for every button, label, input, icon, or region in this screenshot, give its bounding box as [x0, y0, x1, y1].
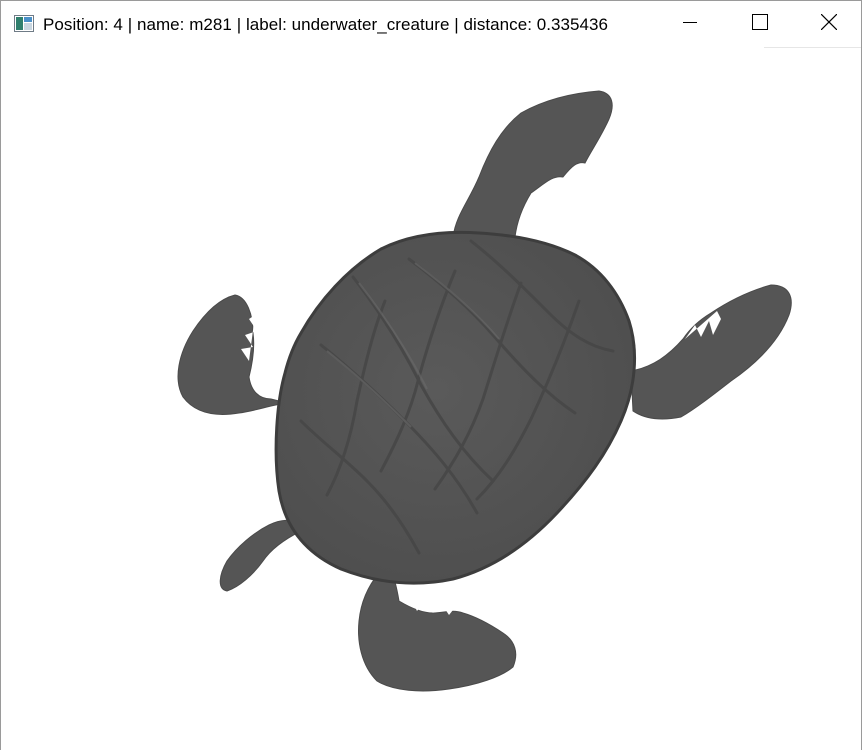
close-icon	[820, 13, 837, 35]
sea-turtle-render	[177, 90, 792, 692]
image-viewer-icon	[14, 15, 34, 32]
render-viewport[interactable]	[1, 48, 861, 750]
close-button[interactable]	[795, 1, 862, 48]
window-title: Position: 4 | name: m281 | label: underw…	[43, 15, 609, 34]
viewer-window: Position: 4 | name: m281 | label: underw…	[0, 0, 862, 750]
minimize-icon	[683, 15, 697, 34]
maximize-icon	[752, 14, 768, 35]
title-bar[interactable]: Position: 4 | name: m281 | label: underw…	[1, 1, 861, 48]
maximize-button[interactable]	[725, 1, 795, 48]
minimize-button[interactable]	[655, 1, 725, 48]
